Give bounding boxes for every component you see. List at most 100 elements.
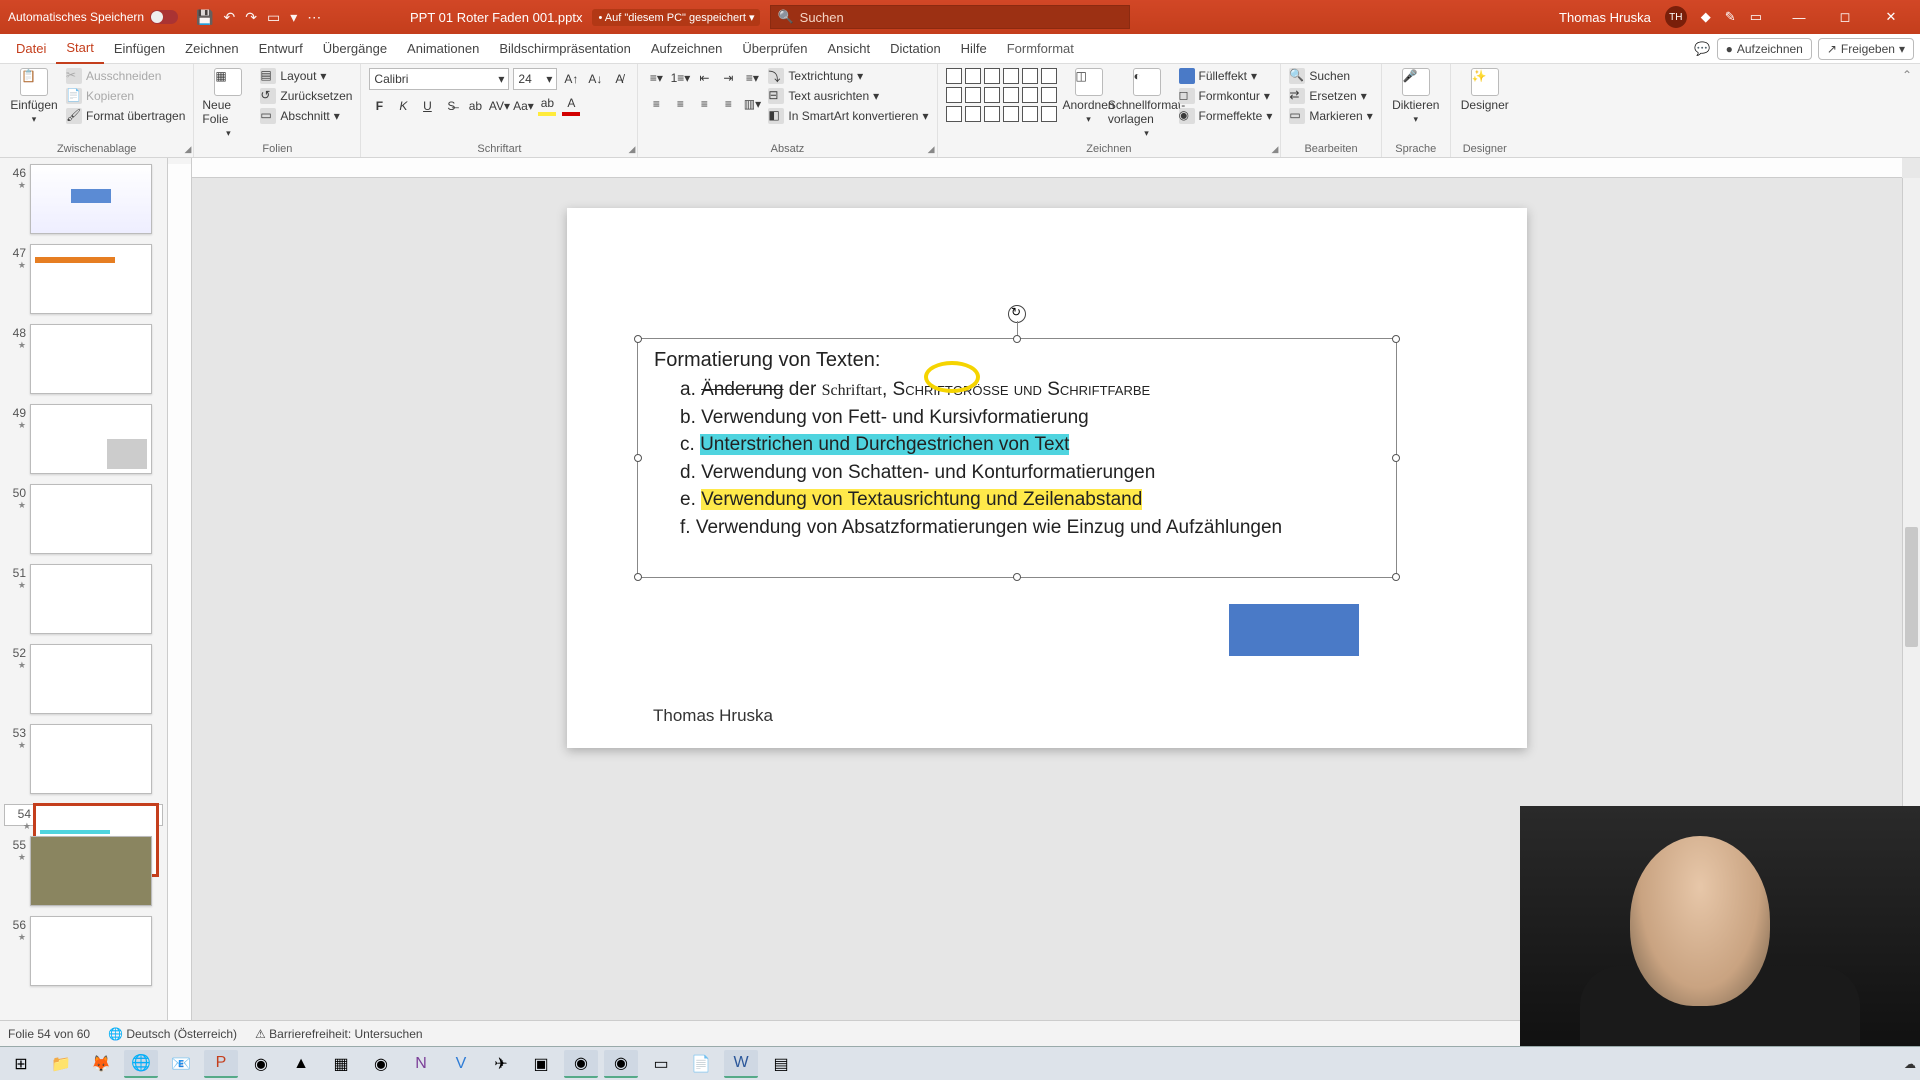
layout-button[interactable]: ▤Layout ▾ <box>260 68 352 84</box>
launcher-icon[interactable]: ◢ <box>1271 144 1278 155</box>
autosave-toggle[interactable]: Automatisches Speichern <box>8 10 178 24</box>
reset-button[interactable]: ↺Zurücksetzen <box>260 88 352 104</box>
more-icon[interactable]: ▾ <box>290 9 297 26</box>
resize-handle[interactable] <box>1392 335 1400 343</box>
ribbon-options-icon[interactable]: ▭ <box>1750 9 1762 25</box>
qat-overflow-icon[interactable]: ⋯ <box>307 9 321 26</box>
user-name[interactable]: Thomas Hruska <box>1559 10 1651 25</box>
tab-insert[interactable]: Einfügen <box>104 34 175 64</box>
language-status[interactable]: 🌐 Deutsch (Österreich) <box>108 1027 237 1041</box>
app-icon[interactable]: ◉ <box>604 1050 638 1078</box>
thumb-49[interactable]: 49★ <box>4 404 163 474</box>
thumb-48[interactable]: 48★ <box>4 324 163 394</box>
thumb-56[interactable]: 56★ <box>4 916 163 986</box>
replace-button[interactable]: ⇄Ersetzen ▾ <box>1289 88 1372 104</box>
quickstyles-button[interactable]: ◐Schnellformat-vorlagen▾ <box>1121 68 1173 139</box>
resize-handle[interactable] <box>1013 573 1021 581</box>
align-center-button[interactable]: ≡ <box>670 94 690 114</box>
app-icon[interactable]: ▤ <box>764 1050 798 1078</box>
item-b[interactable]: b. Verwendung von Fett- und Kursivformat… <box>654 404 1380 432</box>
columns-button[interactable]: ▥▾ <box>742 94 762 114</box>
tab-record[interactable]: Aufzeichnen <box>641 34 733 64</box>
aligntext-button[interactable]: ⊟Text ausrichten ▾ <box>768 88 928 104</box>
explorer-icon[interactable]: 📁 <box>44 1050 78 1078</box>
strike-button[interactable]: S̶ <box>441 96 461 116</box>
slideshow-icon[interactable]: ▭ <box>267 9 280 26</box>
app-icon[interactable]: ▣ <box>524 1050 558 1078</box>
thumb-52[interactable]: 52★ <box>4 644 163 714</box>
resize-handle[interactable] <box>1013 335 1021 343</box>
tab-transitions[interactable]: Übergänge <box>313 34 397 64</box>
item-e[interactable]: e. Verwendung von Textausrichtung und Ze… <box>654 486 1380 514</box>
align-justify-button[interactable]: ≡ <box>718 94 738 114</box>
indent-dec-button[interactable]: ⇤ <box>694 68 714 88</box>
font-name-select[interactable]: Calibri▾ <box>369 68 509 90</box>
thumb-53[interactable]: 53★ <box>4 724 163 794</box>
resize-handle[interactable] <box>634 454 642 462</box>
undo-icon[interactable]: ↶ <box>224 9 236 26</box>
indent-inc-button[interactable]: ⇥ <box>718 68 738 88</box>
word-icon[interactable]: W <box>724 1050 758 1078</box>
onenote-icon[interactable]: N <box>404 1050 438 1078</box>
shapes-gallery[interactable] <box>946 68 1057 122</box>
format-painter-button[interactable]: 🖌Format übertragen <box>66 108 185 124</box>
tab-view[interactable]: Ansicht <box>817 34 880 64</box>
fontcolor-button[interactable]: A <box>561 96 581 116</box>
tab-start[interactable]: Start <box>56 34 103 64</box>
obs-icon[interactable]: ◉ <box>564 1050 598 1078</box>
numbering-button[interactable]: 1≡▾ <box>670 68 690 88</box>
underline-button[interactable]: U <box>417 96 437 116</box>
font-size-select[interactable]: 24▾ <box>513 68 557 90</box>
resize-handle[interactable] <box>1392 573 1400 581</box>
tab-design[interactable]: Entwurf <box>249 34 313 64</box>
firefox-icon[interactable]: 🦊 <box>84 1050 118 1078</box>
slide-footer[interactable]: Thomas Hruska <box>653 706 773 726</box>
thumb-46[interactable]: 46★ <box>4 164 163 234</box>
resize-handle[interactable] <box>1392 454 1400 462</box>
smartart-button[interactable]: ◧In SmartArt konvertieren ▾ <box>768 108 928 124</box>
share-button[interactable]: ↗ Freigeben ▾ <box>1818 38 1914 60</box>
item-f[interactable]: f. Verwendung von Absatzformatierungen w… <box>654 514 1380 542</box>
slide[interactable]: Formatierung von Texten: a. Änderung der… <box>567 208 1527 748</box>
find-button[interactable]: 🔍Suchen <box>1289 68 1372 84</box>
shapeoutline-button[interactable]: ◻Formkontur ▾ <box>1179 88 1273 104</box>
comments-icon[interactable]: 💬 <box>1694 41 1710 57</box>
launcher-icon[interactable]: ◢ <box>928 144 935 155</box>
saved-location[interactable]: • Auf "diesem PC" gespeichert ▾ <box>592 9 760 26</box>
search-box[interactable]: 🔍 <box>770 5 1130 29</box>
search-input[interactable] <box>800 10 1124 25</box>
powerpoint-icon[interactable]: P <box>204 1050 238 1078</box>
textdirection-button[interactable]: ⤵Textrichtung ▾ <box>768 68 928 84</box>
dictate-button[interactable]: 🎤Diktieren▾ <box>1390 68 1442 125</box>
launcher-icon[interactable]: ◢ <box>629 144 636 155</box>
telegram-icon[interactable]: ✈ <box>484 1050 518 1078</box>
app-icon[interactable]: ▭ <box>644 1050 678 1078</box>
app-icon[interactable]: ▦ <box>324 1050 358 1078</box>
grow-font-icon[interactable]: A↑ <box>561 69 581 89</box>
case-button[interactable]: Aa▾ <box>513 96 533 116</box>
record-button[interactable]: ● Aufzeichnen <box>1717 38 1812 60</box>
collapse-ribbon-icon[interactable]: ⌃ <box>1894 64 1920 157</box>
resize-handle[interactable] <box>634 573 642 581</box>
tab-file[interactable]: Datei <box>6 34 56 64</box>
accessibility-status[interactable]: ⚠ Barrierefreiheit: Untersuchen <box>255 1027 423 1041</box>
minimize-button[interactable]: — <box>1776 0 1822 34</box>
chrome-icon[interactable]: 🌐 <box>124 1050 158 1078</box>
thumb-50[interactable]: 50★ <box>4 484 163 554</box>
launcher-icon[interactable]: ◢ <box>184 144 191 155</box>
outlook-icon[interactable]: 📧 <box>164 1050 198 1078</box>
item-c[interactable]: c. Unterstrichen und Durchgestrichen von… <box>654 431 1380 459</box>
new-slide-button[interactable]: ▦Neue Folie▾ <box>202 68 254 139</box>
linespacing-button[interactable]: ≡▾ <box>742 68 762 88</box>
slide-thumbnails[interactable]: 46★ 47★ 48★ 49★ 50★ 51★ 52★ 53★ 54★ 55★ … <box>0 158 168 1050</box>
thumb-47[interactable]: 47★ <box>4 244 163 314</box>
tab-slideshow[interactable]: Bildschirmpräsentation <box>489 34 641 64</box>
thumb-51[interactable]: 51★ <box>4 564 163 634</box>
thumb-54[interactable]: 54★ <box>4 804 163 826</box>
cloud-icon[interactable]: ☁ <box>1904 1057 1916 1071</box>
pen-icon[interactable]: ✎ <box>1725 9 1736 25</box>
diamond-icon[interactable]: ◆ <box>1701 9 1711 25</box>
tab-draw[interactable]: Zeichnen <box>175 34 248 64</box>
close-button[interactable]: ✕ <box>1868 0 1914 34</box>
section-button[interactable]: ▭Abschnitt ▾ <box>260 108 352 124</box>
